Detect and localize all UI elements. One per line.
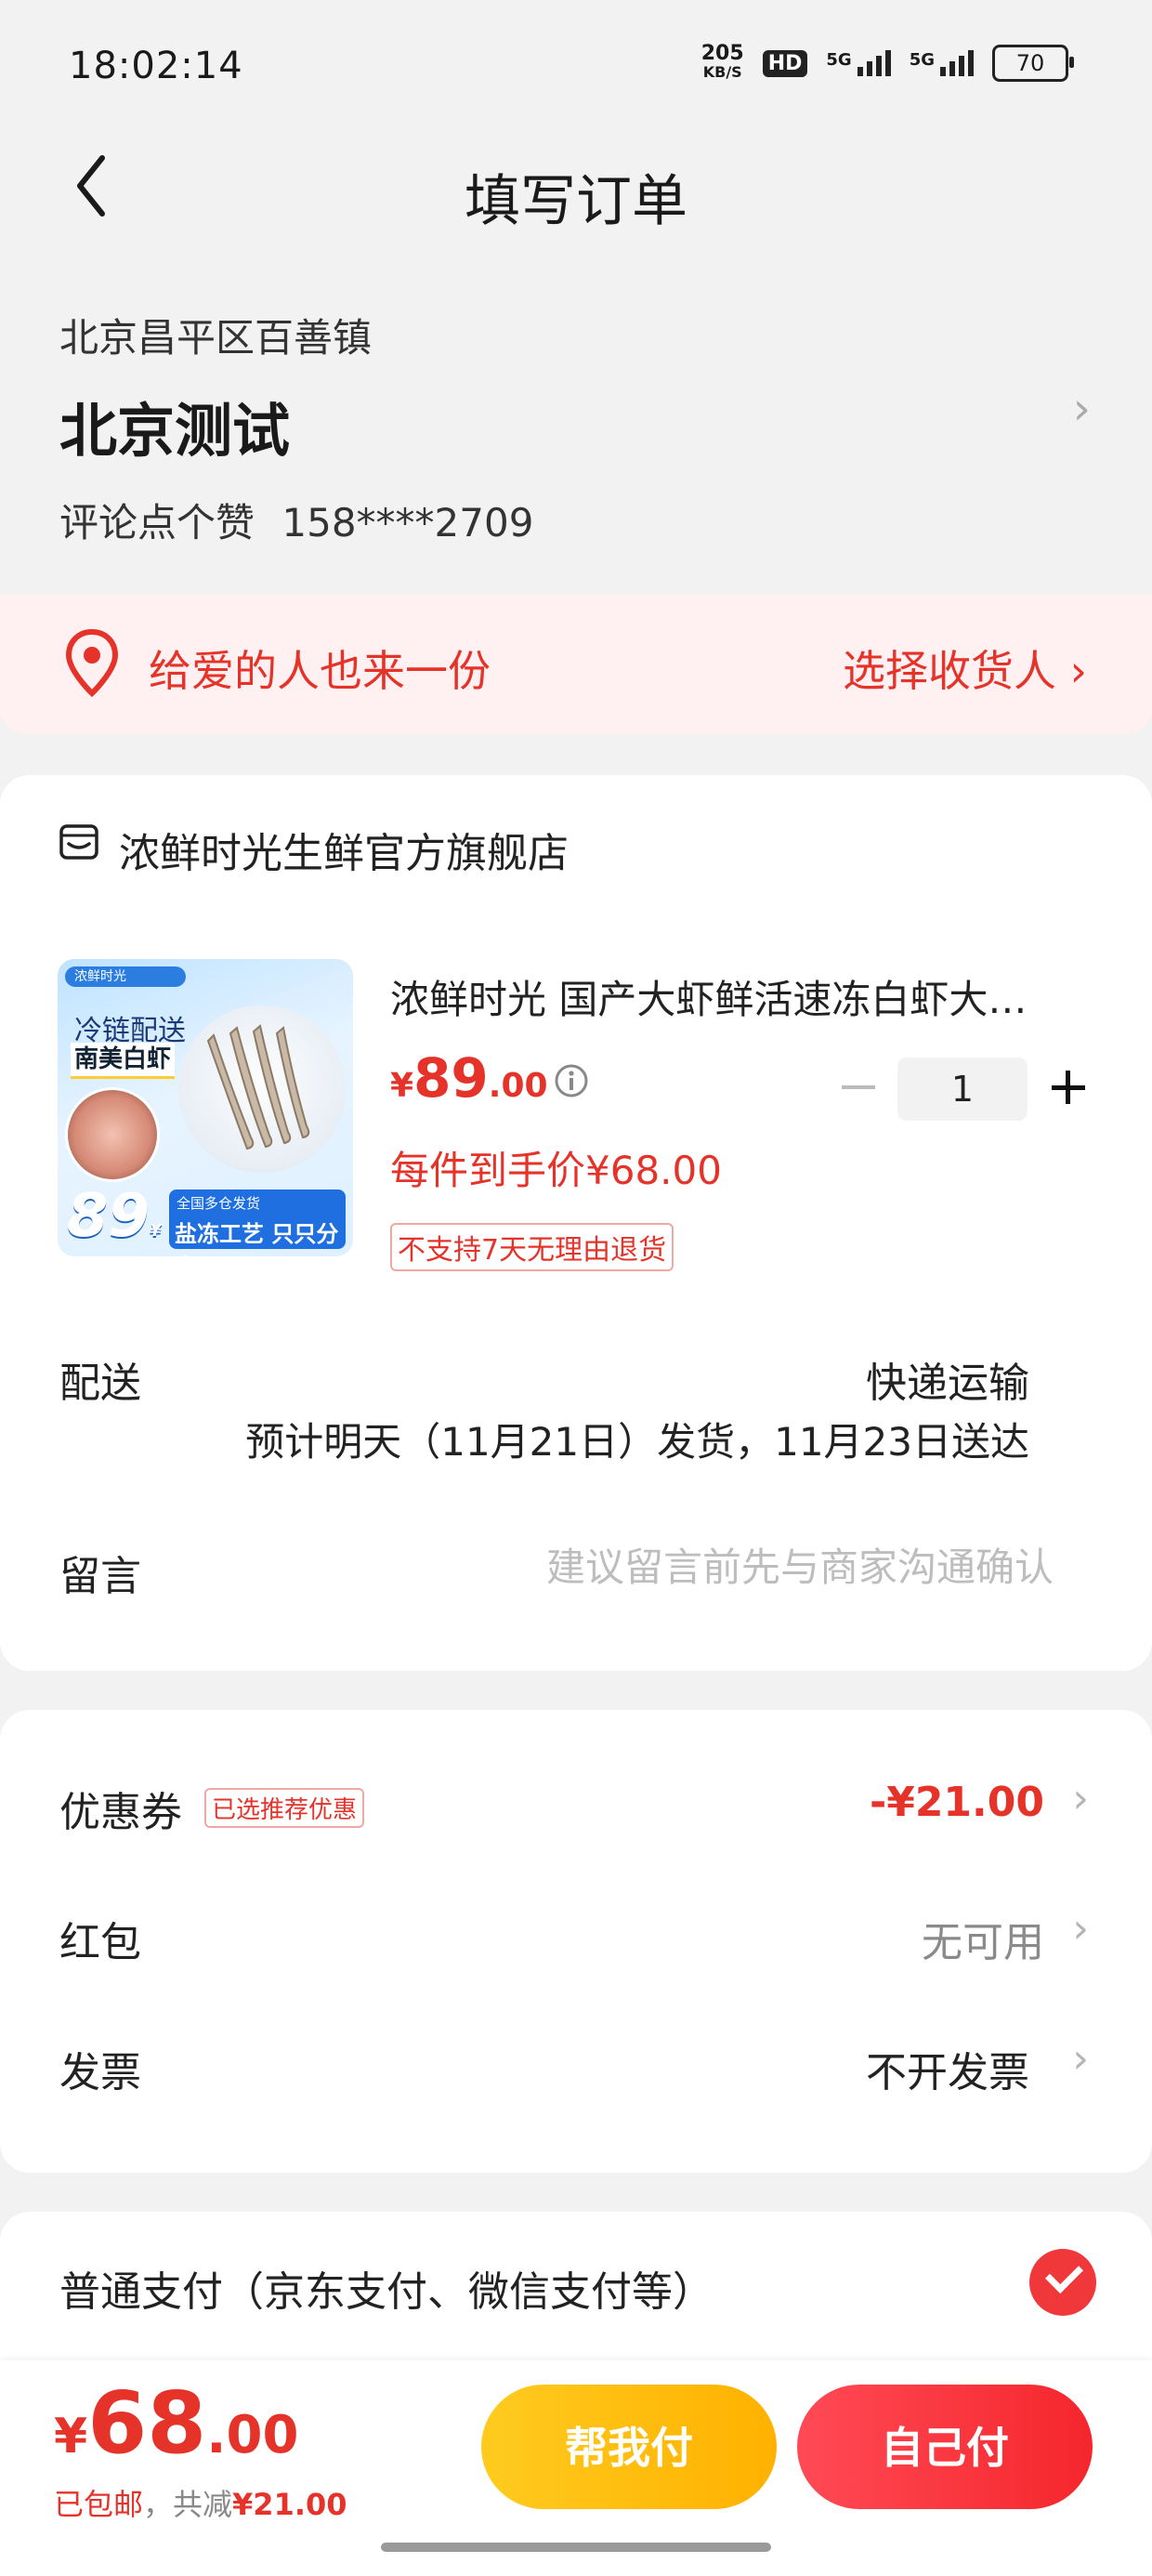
- message-input[interactable]: [457, 1533, 1055, 1600]
- price-summary: 已包邮，共减¥21.00: [54, 2487, 347, 2522]
- gift-banner[interactable]: 给爱的人也来一份 选择收货人 ›: [0, 595, 1152, 734]
- clock: 18:02:14: [69, 45, 243, 87]
- chevron-right-icon: ›: [1072, 1775, 1089, 1822]
- help-pay-button[interactable]: 帮我付: [481, 2385, 777, 2509]
- address-contact: 评论点个赞 158****2709: [59, 492, 1091, 548]
- address-region: 北京昌平区百善镇: [59, 315, 373, 361]
- unit-price-text: 每件到手价¥68.00: [390, 1148, 722, 1193]
- image-brand-badge: 浓鲜时光: [65, 966, 186, 987]
- red-packet-label: 红包: [59, 1919, 141, 1966]
- contact-name: 评论点个赞: [59, 500, 255, 545]
- chevron-right-icon: ›: [1072, 1905, 1089, 1952]
- delivery-label: 配送: [59, 1360, 141, 1407]
- shipping-note: 已包邮: [54, 2487, 144, 2522]
- product-price: ¥89.00: [390, 1046, 548, 1110]
- increase-button[interactable]: [1048, 1067, 1089, 1108]
- total-price: ¥68.00: [54, 2373, 299, 2473]
- shop-name[interactable]: 浓鲜时光生鲜官方旗舰店: [119, 820, 569, 879]
- address-section[interactable]: 北京昌平区百善镇 北京测试 评论点个赞 158****2709 ›: [59, 307, 1091, 576]
- delivery-method[interactable]: 快递运输: [866, 1349, 1029, 1409]
- battery-icon: 70: [992, 45, 1074, 82]
- image-price: 89¥: [67, 1182, 162, 1251]
- store-icon: [59, 824, 98, 860]
- red-packet-value: 无可用: [922, 1919, 1044, 1966]
- delivery-eta: 预计明天（11月21日）发货，11月23日送达: [245, 1419, 1029, 1465]
- invoice-row[interactable]: 发票 不开发票 ›: [0, 2017, 1152, 2109]
- network-speed: 205 KB/S: [700, 42, 744, 82]
- image-kind-tag: 南美白虾: [71, 1043, 175, 1079]
- checkout-bar: ¥68.00 已包邮，共减¥21.00 帮我付 自己付: [0, 2360, 1152, 2576]
- shrimp-illustration: [206, 1024, 310, 1150]
- red-packet-row[interactable]: 红包 无可用 ›: [0, 1886, 1152, 1979]
- quantity-value[interactable]: 1: [897, 1058, 1028, 1121]
- check-circle-icon[interactable]: [1029, 2249, 1096, 2316]
- invoice-label: 发票: [59, 2049, 141, 2096]
- address-title: 北京测试: [59, 397, 291, 465]
- gift-text: 给爱的人也来一份: [149, 646, 491, 696]
- coupon-label: 优惠券: [59, 1789, 182, 1836]
- quantity-stepper: 1: [832, 1056, 1094, 1123]
- system-icons: 205 KB/S HD 5G 5G 70: [700, 42, 1074, 82]
- payment-method-label[interactable]: 普通支付（京东支付、微信支付等）: [59, 2258, 713, 2318]
- invoice-value: 不开发票: [866, 2049, 1029, 2096]
- shop-card: 浓鲜时光生鲜官方旗舰店 浓鲜时光 冷链配送 南美白虾 89¥ 全国多仓发货 盐冻…: [0, 775, 1152, 1671]
- info-icon[interactable]: [554, 1063, 589, 1098]
- signal-icon: 5G: [826, 50, 891, 76]
- message-label: 留言: [59, 1553, 141, 1600]
- coupon-row[interactable]: 优惠券 已选推荐优惠 -¥21.00 ›: [0, 1756, 1152, 1849]
- product-title[interactable]: 浓鲜时光 国产大虾鲜活速冻白虾大…: [390, 968, 1078, 1025]
- saved-amount: ¥21.00: [232, 2487, 347, 2522]
- fees-card: 优惠券 已选推荐优惠 -¥21.00 › 红包 无可用 › 发票 不开发票 ›: [0, 1710, 1152, 2173]
- chevron-right-icon: ›: [1072, 383, 1091, 435]
- product-image[interactable]: 浓鲜时光 冷链配送 南美白虾 89¥ 全国多仓发货 盐冻工艺 只只分离: [58, 959, 353, 1256]
- signal-icon-2: 5G: [910, 50, 974, 76]
- contact-phone: 158****2709: [281, 500, 534, 545]
- chevron-right-icon: ›: [1072, 2035, 1089, 2083]
- location-pin-icon: [65, 628, 119, 698]
- coupon-tag: 已选推荐优惠: [204, 1788, 365, 1828]
- status-bar: 18:02:14 205 KB/S HD 5G 5G 70: [0, 0, 1152, 121]
- image-feature-band: 全国多仓发货 盐冻工艺 只只分离: [169, 1189, 346, 1256]
- nav-bar: 填写订单: [0, 139, 1152, 234]
- select-recipient-link[interactable]: 选择收货人 ›: [843, 637, 1087, 699]
- page-title: 填写订单: [465, 169, 687, 234]
- home-indicator[interactable]: [381, 2543, 771, 2552]
- return-policy-badge: 不支持7天无理由退货: [390, 1223, 674, 1271]
- shrimp-closeup: [65, 1087, 160, 1182]
- self-pay-button[interactable]: 自己付: [797, 2385, 1093, 2509]
- coupon-value: -¥21.00: [869, 1779, 1044, 1826]
- decrease-button[interactable]: [838, 1067, 879, 1108]
- hd-voice-icon: HD: [762, 49, 808, 77]
